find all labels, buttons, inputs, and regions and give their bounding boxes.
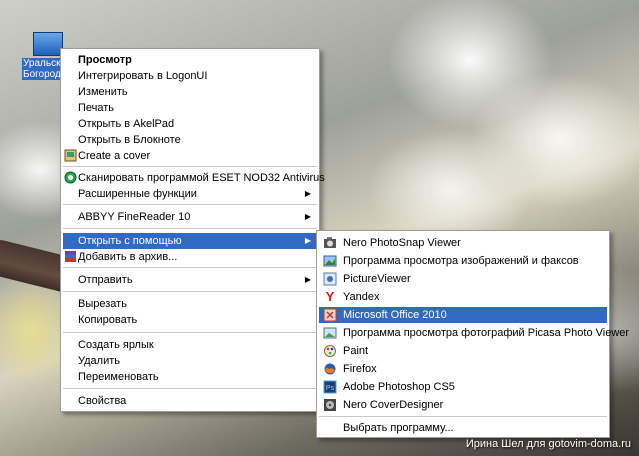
menu-item-edit[interactable]: Изменить [63,84,317,100]
menu-item-label: Копировать [78,314,138,326]
submenu-item-picasa[interactable]: Программа просмотра фотографий Picasa Ph… [319,325,629,341]
watermark-text: Ирина Шел для gotovim-doma.ru [465,438,631,450]
menu-item-label: Печать [78,102,115,114]
submenu-item-paint[interactable]: Paint [319,343,607,359]
menu-separator [63,166,317,167]
menu-item-rename[interactable]: Переименовать [63,369,317,385]
menu-item-advanced-functions[interactable]: Расширенные функции ▶ [63,186,317,202]
menu-item-label: Открыть с помощью [78,235,182,247]
image-file-icon [33,32,63,56]
menu-item-label: Открыть в AkelPad [78,118,175,130]
menu-separator [63,204,317,205]
submenu-item-image-fax-viewer[interactable]: Программа просмотра изображений и факсов [319,253,607,269]
menu-item-preview[interactable]: Просмотр [63,52,317,68]
menu-item-label: Сканировать программой ESET NOD32 Antivi… [78,172,325,184]
submenu-item-nero-photosnap[interactable]: Nero PhotoSnap Viewer [319,235,607,251]
menu-item-copy[interactable]: Копировать [63,312,317,328]
menu-item-label: Свойства [78,395,127,407]
menu-item-delete[interactable]: Удалить [63,353,317,369]
menu-item-cut[interactable]: Вырезать [63,296,317,312]
menu-separator [63,228,317,229]
menu-item-label: Интегрировать в LogonUI [78,70,208,82]
menu-item-abbyy[interactable]: ABBYY FineReader 10 ▶ [63,209,317,225]
menu-item-eset-scan[interactable]: Сканировать программой ESET NOD32 Antivi… [63,170,325,186]
submenu-item-firefox[interactable]: Firefox [319,361,607,377]
menu-separator [63,332,317,333]
submenu-item-pictureviewer[interactable]: PictureViewer [319,271,607,287]
menu-item-label: Просмотр [78,54,132,66]
menu-item-label: Вырезать [78,298,127,310]
menu-item-create-cover[interactable]: Create a cover [63,148,317,164]
image-viewer-icon [323,254,337,268]
menu-item-print[interactable]: Печать [63,100,317,116]
nero-photosnap-icon [323,236,337,250]
submenu-item-label: Microsoft Office 2010 [343,309,447,321]
menu-item-label: Отправить [78,274,133,286]
nero-coverdesigner-icon [323,398,337,412]
submenu-item-label: Nero PhotoSnap Viewer [343,237,461,249]
menu-item-label: Добавить в архив... [78,251,178,263]
desktop-icon-label-2: Богород [22,69,64,80]
office-icon [323,308,337,322]
menu-item-open-notepad[interactable]: Открыть в Блокноте [63,132,317,148]
yandex-icon: Y [325,289,335,304]
picasa-icon [323,326,337,340]
submenu-item-nero-coverdesigner[interactable]: Nero CoverDesigner [319,397,607,413]
submenu-item-label: Программа просмотра фотографий Picasa Ph… [343,327,630,339]
submenu-item-yandex[interactable]: Y Yandex [319,289,607,305]
context-menu: Просмотр Интегрировать в LogonUI Изменит… [60,48,325,412]
desktop-icon-label-1: Уральск [22,58,64,69]
submenu-item-label: Выбрать программу... [343,422,454,434]
menu-item-label: Переименовать [78,371,159,383]
open-with-submenu: Nero PhotoSnap Viewer Программа просмотр… [316,230,629,438]
eset-icon [64,171,77,184]
menu-item-open-with[interactable]: Открыть с помощью ▶ [63,233,317,249]
submenu-item-choose-program[interactable]: Выбрать программу... [319,420,607,436]
menu-item-properties[interactable]: Свойства [63,393,317,409]
submenu-item-label: PictureViewer [343,273,411,285]
menu-item-label: Изменить [78,86,128,98]
menu-separator [63,388,317,389]
submenu-item-photoshop[interactable]: Ps Adobe Photoshop CS5 [319,379,607,395]
winrar-icon [64,250,77,263]
paint-icon [323,344,337,358]
submenu-arrow-icon: ▶ [304,275,311,284]
submenu-item-label: Firefox [343,363,377,375]
menu-item-add-to-archive[interactable]: Добавить в архив... [63,249,317,265]
menu-item-create-shortcut[interactable]: Создать ярлык [63,337,317,353]
svg-text:Ps: Ps [326,385,335,392]
submenu-item-label: Paint [343,345,369,357]
firefox-icon [323,362,337,376]
menu-item-label: Расширенные функции [78,188,197,200]
menu-separator [63,267,317,268]
menu-item-open-akelpad[interactable]: Открыть в AkelPad [63,116,317,132]
photoshop-icon: Ps [323,380,337,394]
menu-separator [319,416,607,417]
submenu-arrow-icon: ▶ [304,212,311,221]
submenu-arrow-icon: ▶ [304,189,311,198]
submenu-item-label: Nero CoverDesigner [343,399,444,411]
submenu-item-ms-office[interactable]: Microsoft Office 2010 [319,307,607,323]
submenu-arrow-icon: ▶ [304,236,311,245]
menu-item-label: Открыть в Блокноте [78,134,181,146]
submenu-item-label: Программа просмотра изображений и факсов [343,255,579,267]
menu-item-label: ABBYY FineReader 10 [78,211,191,223]
cover-icon [64,149,77,162]
menu-separator [63,291,317,292]
menu-item-label: Create a cover [78,150,151,162]
menu-item-integrate-logonui[interactable]: Интегрировать в LogonUI [63,68,317,84]
menu-item-label: Удалить [78,355,120,367]
submenu-item-label: Adobe Photoshop CS5 [343,381,455,393]
submenu-item-label: Yandex [343,291,380,303]
menu-item-send-to[interactable]: Отправить ▶ [63,272,317,288]
menu-item-label: Создать ярлык [78,339,154,351]
pictureviewer-icon [323,272,337,286]
